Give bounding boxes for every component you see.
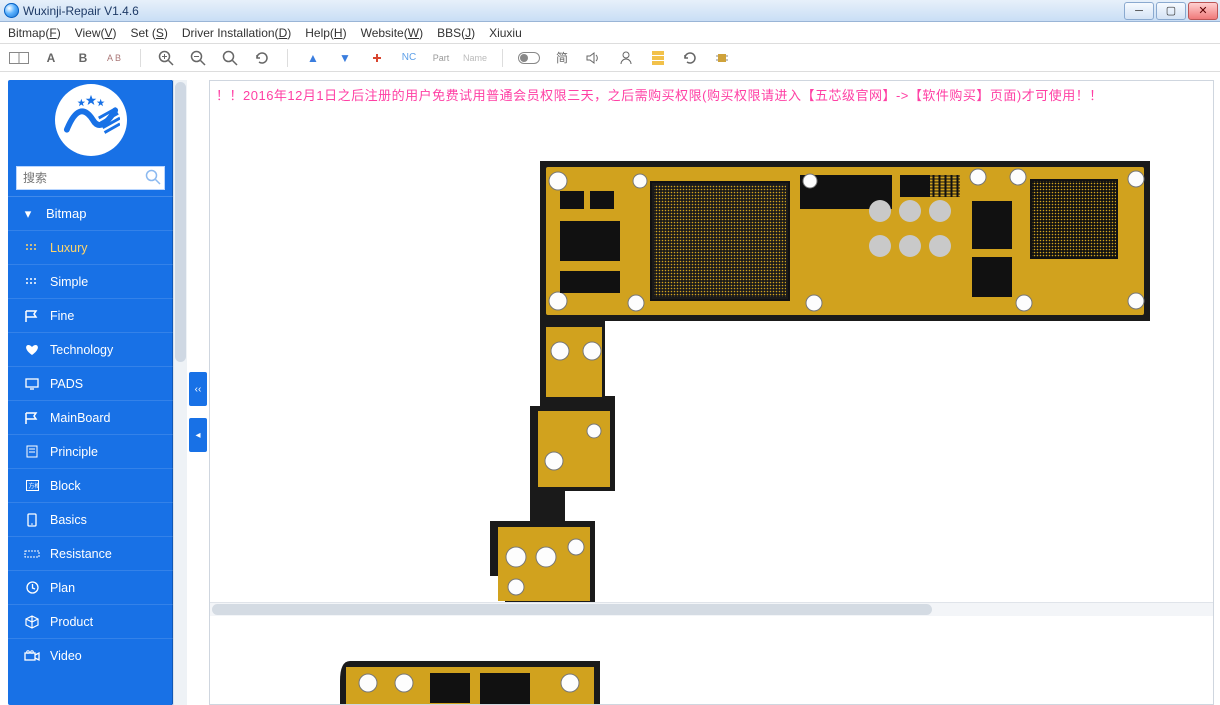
block-icon: 方框 xyxy=(24,480,40,491)
sidebar-item-label: PADS xyxy=(50,377,83,391)
dots-icon xyxy=(24,277,40,287)
menu-website[interactable]: Website(W) xyxy=(361,26,423,40)
speaker-icon[interactable] xyxy=(583,47,605,69)
minimize-button[interactable]: ─ xyxy=(1124,2,1154,20)
toolbar: A B AB ▲ ▼ NC Part Name 简 xyxy=(0,44,1220,72)
canvas-viewport[interactable]: ！！2016年12月1日之后注册的用户免费试用普通会员权限三天，之后需购买权限(… xyxy=(209,80,1214,705)
sidebar-item-simple[interactable]: Simple xyxy=(8,264,173,298)
reload-icon[interactable] xyxy=(679,47,701,69)
monitor-icon xyxy=(24,378,40,390)
sidebar-item-fine[interactable]: Fine xyxy=(8,298,173,332)
menu-view[interactable]: View(V) xyxy=(75,26,117,40)
pcb-board-bottom xyxy=(340,641,640,705)
toolbar-separator xyxy=(140,49,141,67)
person-icon[interactable] xyxy=(615,47,637,69)
menu-driver-installation[interactable]: Driver Installation(D) xyxy=(182,26,291,40)
sidebar-header-label: Bitmap xyxy=(46,206,86,221)
panel-tab-icon[interactable]: ◂ xyxy=(189,418,207,452)
sidebar-item-resistance[interactable]: Resistance xyxy=(8,536,173,570)
arrow-up-icon[interactable]: ▲ xyxy=(302,47,324,69)
sidebar-scrollbar[interactable] xyxy=(173,80,187,705)
heart-icon xyxy=(24,344,40,356)
sidebar-item-label: Video xyxy=(50,649,82,663)
sidebar-item-video[interactable]: Video xyxy=(8,638,173,672)
sidebar-item-label: Resistance xyxy=(50,547,112,561)
toggle-switch-icon[interactable] xyxy=(517,47,541,69)
camera-icon xyxy=(24,650,40,662)
collapse-handle-icon[interactable]: ‹‹ xyxy=(189,372,207,406)
sidebar-item-label: Product xyxy=(50,615,93,629)
zoom-fit-icon[interactable] xyxy=(219,47,241,69)
sidebar-item-label: Luxury xyxy=(50,241,88,255)
flag-icon xyxy=(24,310,40,322)
window-titlebar: Wuxinji-Repair V1.4.6 ─ ▢ ✕ xyxy=(0,0,1220,22)
refresh-icon[interactable] xyxy=(251,47,273,69)
window-title: Wuxinji-Repair V1.4.6 xyxy=(23,4,139,18)
menu-xiuxiu[interactable]: Xiuxiu xyxy=(489,26,522,40)
brand-logo xyxy=(8,80,173,160)
sidebar-item-label: Basics xyxy=(50,513,87,527)
resistor-icon xyxy=(24,549,40,559)
close-button[interactable]: ✕ xyxy=(1188,2,1218,20)
sidebar-item-principle[interactable]: Principle xyxy=(8,434,173,468)
menu-set[interactable]: Set (S) xyxy=(131,26,168,40)
clock-icon xyxy=(24,581,40,594)
panel-collapse-gutter: ‹‹ ◂ xyxy=(187,72,209,705)
flag-icon xyxy=(24,412,40,424)
sidebar: ▾ Bitmap Luxury Simple Fine Technology PADS Mai… xyxy=(8,80,173,705)
zoom-in-icon[interactable] xyxy=(155,47,177,69)
sidebar-item-technology[interactable]: Technology xyxy=(8,332,173,366)
scrollbar-thumb[interactable] xyxy=(175,82,186,362)
toolbar-separator xyxy=(502,49,503,67)
canvas-hscrollbar[interactable] xyxy=(210,602,1213,616)
menu-help[interactable]: Help(H) xyxy=(305,26,346,40)
tool-letter-B[interactable]: B xyxy=(72,47,94,69)
sidebar-item-label: Block xyxy=(50,479,81,493)
center-align-icon[interactable] xyxy=(366,47,388,69)
label-part[interactable]: Part xyxy=(430,47,452,69)
sidebar-item-plan[interactable]: Plan xyxy=(8,570,173,604)
scrollbar-thumb[interactable] xyxy=(212,604,932,615)
sidebar-item-label: Fine xyxy=(50,309,74,323)
sidebar-item-mainboard[interactable]: MainBoard xyxy=(8,400,173,434)
sidebar-item-basics[interactable]: Basics xyxy=(8,502,173,536)
announcement-banner: ！！2016年12月1日之后注册的用户免费试用普通会员权限三天，之后需购买权限(… xyxy=(216,85,1207,104)
tool-letters-AB[interactable]: AB xyxy=(104,47,126,69)
sidebar-item-product[interactable]: Product xyxy=(8,604,173,638)
doc-icon xyxy=(24,445,40,458)
pcb-board-top xyxy=(340,161,1160,636)
zoom-out-icon[interactable] xyxy=(187,47,209,69)
arrow-down-icon[interactable]: ▼ xyxy=(334,47,356,69)
app-logo-icon xyxy=(4,3,19,18)
svg-text:方框: 方框 xyxy=(28,482,39,490)
menu-bbs[interactable]: BBS(J) xyxy=(437,26,475,40)
search-icon[interactable] xyxy=(145,169,161,190)
cube-icon xyxy=(24,615,40,629)
color-chip-icon[interactable] xyxy=(647,47,669,69)
sidebar-item-pads[interactable]: PADS xyxy=(8,366,173,400)
menu-bitmap[interactable]: Bitmap(F) xyxy=(8,26,61,40)
chevron-down-icon: ▾ xyxy=(20,206,36,222)
sidebar-item-luxury[interactable]: Luxury xyxy=(8,230,173,264)
search-input[interactable] xyxy=(16,166,165,190)
tool-letter-A[interactable]: A xyxy=(40,47,62,69)
maximize-button[interactable]: ▢ xyxy=(1156,2,1186,20)
dots-icon xyxy=(24,243,40,253)
menu-bar: Bitmap(F) View(V) Set (S) Driver Installati… xyxy=(0,22,1220,44)
sidebar-item-label: Simple xyxy=(50,275,88,289)
tool-rect-split[interactable] xyxy=(8,47,30,69)
label-name[interactable]: Name xyxy=(462,47,488,69)
sidebar-item-label: Technology xyxy=(50,343,113,357)
label-nc[interactable]: NC xyxy=(398,47,420,69)
sidebar-item-block[interactable]: 方框 Block xyxy=(8,468,173,502)
sidebar-header-bitmap[interactable]: ▾ Bitmap xyxy=(8,196,173,230)
sidebar-item-label: Principle xyxy=(50,445,98,459)
sidebar-item-label: Plan xyxy=(50,581,75,595)
lang-simplified-icon[interactable]: 简 xyxy=(551,47,573,69)
sidebar-item-label: MainBoard xyxy=(50,411,110,425)
chip-icon[interactable] xyxy=(711,47,733,69)
phone-icon xyxy=(24,513,40,527)
toolbar-separator xyxy=(287,49,288,67)
